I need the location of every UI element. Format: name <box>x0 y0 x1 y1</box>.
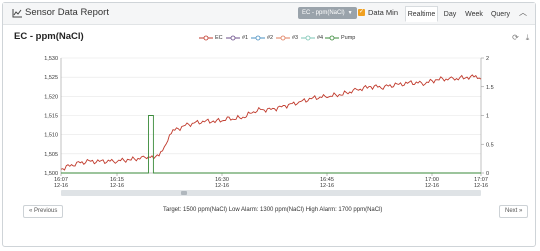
series-line-ec <box>60 74 482 171</box>
y-left-tick-label: 1,525 <box>44 75 58 81</box>
x-tick-date-label: 12-16 <box>474 183 488 189</box>
next-button[interactable]: Next » <box>499 205 529 218</box>
series-line-pump <box>61 115 481 174</box>
ec-line-chart: 1,5301,5251,5201,5151,5101,5051,50021.51… <box>44 56 494 196</box>
y-left-tick-label: 1,505 <box>44 152 58 158</box>
y-right-tick-label: 0.5 <box>486 142 494 148</box>
y-left-tick-label: 1,530 <box>44 56 58 62</box>
y-left-tick-label: 1,520 <box>44 94 58 100</box>
navigator-handle <box>181 191 187 195</box>
y-right-tick-label: 2 <box>486 56 489 62</box>
x-tick-date-label: 12-16 <box>320 183 334 189</box>
y-right-tick-label: 1 <box>486 114 489 120</box>
y-right-tick-label: 1.5 <box>486 85 494 91</box>
y-left-tick-label: 1,515 <box>44 114 58 120</box>
alarm-info-text: Target: 1500 ppm(NaCl) Low Alarm: 1300 p… <box>163 207 383 213</box>
x-tick-date-label: 12-16 <box>110 183 124 189</box>
time-navigator-scrollbar <box>61 190 481 196</box>
sensor-report-panel: Sensor Data Report EC - ppm(NaCl) ▼ ✓ Dat… <box>2 2 536 247</box>
x-tick-date-label: 12-16 <box>54 183 68 189</box>
x-tick-date-label: 12-16 <box>425 183 439 189</box>
x-tick-date-label: 12-16 <box>215 183 229 189</box>
y-left-tick-label: 1,510 <box>44 133 58 139</box>
previous-button[interactable]: « Previous <box>23 205 64 218</box>
